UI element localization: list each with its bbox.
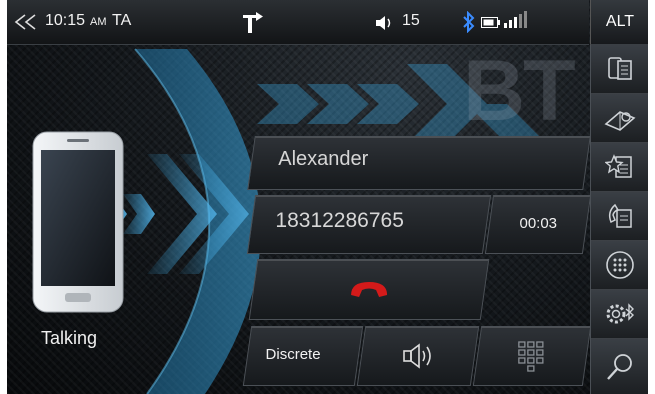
bluetooth-icon [463,11,475,33]
clock-time: 10:15 [45,12,86,29]
hangup-phone-icon [351,282,388,297]
bt-settings-icon [606,303,635,324]
call-status-label: Talking [41,328,98,348]
call-history-button[interactable] [591,192,648,241]
speaker-button[interactable] [356,326,480,386]
ta-indicator: TA [112,12,132,29]
phonebook-icon [604,111,636,131]
search-icon [607,353,632,380]
phone-list-button[interactable] [591,45,648,94]
turn-arrow-icon [243,12,263,33]
call-history-icon [608,203,632,228]
dialpad-button[interactable] [591,241,648,290]
caller-name: Alexander [278,148,369,170]
battery-icon [481,17,500,28]
volume-level: 15 [402,12,420,29]
sidebar [590,45,648,394]
caller-name-panel: Alexander [247,136,591,190]
phone-number: 18312286765 [275,209,404,232]
status-bar: 10:15 AM TA 15 [7,0,589,45]
keypad-icon [518,341,544,372]
phone-number-panel: 18312286765 [246,195,492,254]
bt-watermark: BT [463,43,576,139]
speaker-icon [376,16,391,30]
favorites-button[interactable] [591,143,648,192]
signal-icon [504,11,527,28]
clock-ampm: AM [90,16,107,28]
bt-call-screen: BT Talking 10:15 AM TA 15 ALT Alexander … [7,0,648,394]
back-arrows-icon[interactable] [13,14,39,30]
bt-settings-button[interactable] [591,290,648,339]
phonebook-button[interactable] [591,94,648,143]
call-timer: 00:03 [519,215,558,232]
alt-button[interactable]: ALT [590,0,648,45]
search-button[interactable] [591,339,648,394]
hangup-button[interactable] [248,259,490,320]
discrete-button[interactable]: Discrete [242,326,364,386]
speakerphone-icon [403,343,431,369]
phone-list-icon [608,57,632,80]
dialpad-icon [606,251,634,279]
phone-illustration [32,131,124,313]
discrete-label: Discrete [265,346,321,363]
favorites-icon [605,154,632,178]
call-timer-panel: 00:03 [484,195,592,254]
keypad-button[interactable] [472,326,592,386]
